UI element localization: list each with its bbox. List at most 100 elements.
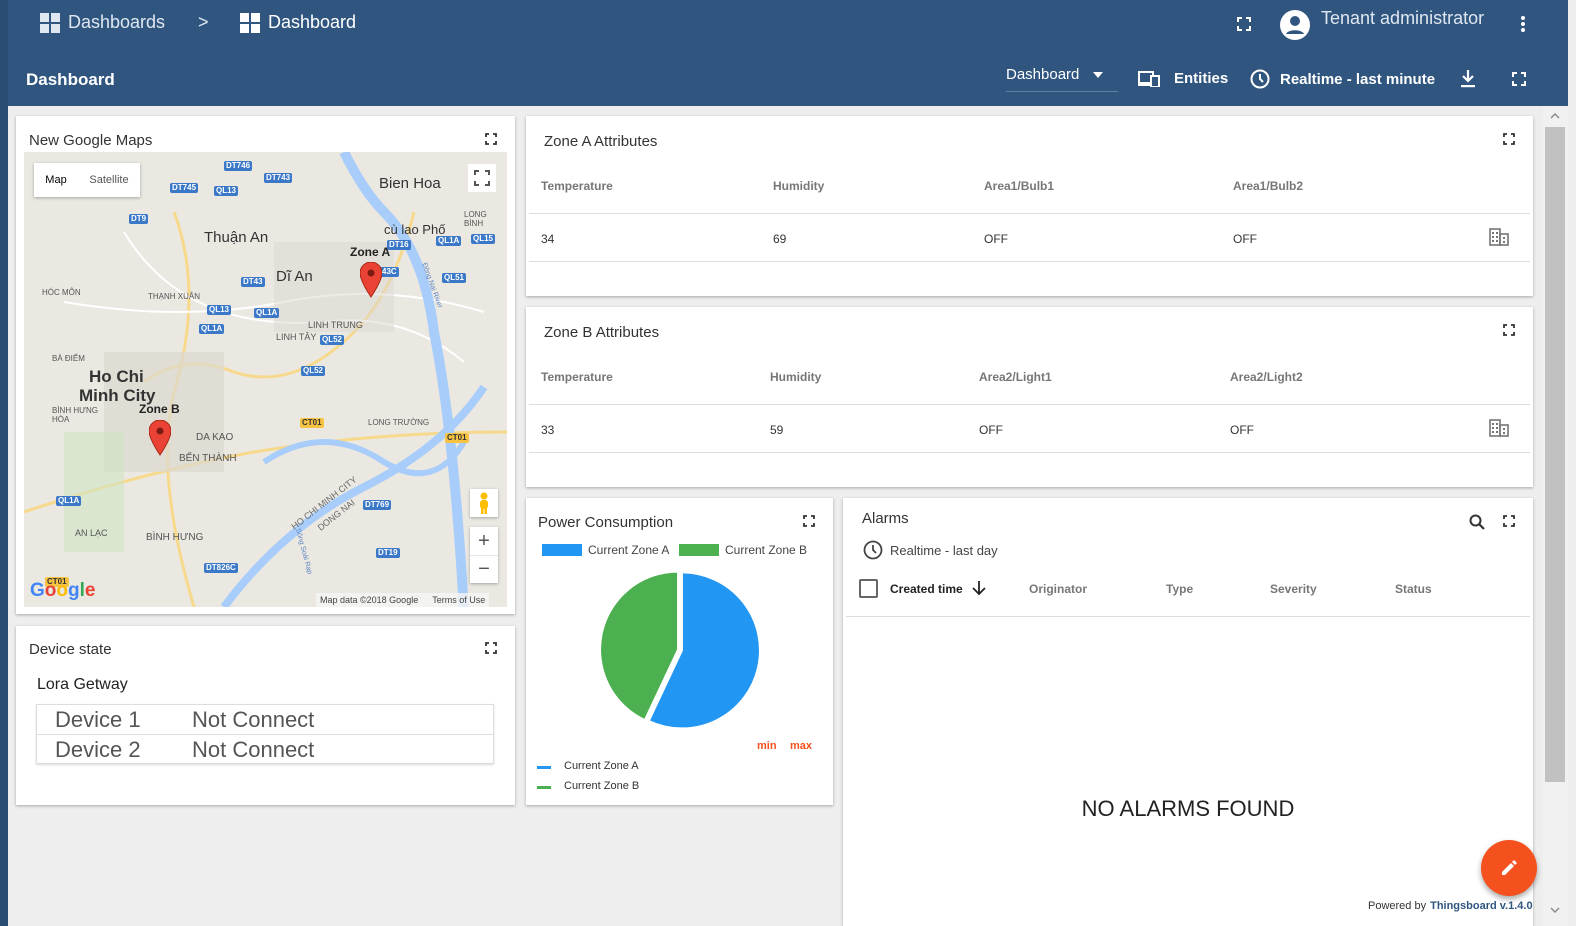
column-header[interactable]: Area2/Light2 — [1230, 370, 1303, 384]
map-place-label: HÓC MÔN — [42, 288, 81, 297]
map-marker-zone-b[interactable] — [149, 420, 171, 456]
legend-label-zone-b: Current Zone B — [725, 543, 808, 557]
map-place-label: THẠNH XUÂN — [148, 292, 201, 301]
state-select[interactable]: Dashboard — [1006, 66, 1118, 92]
column-header[interactable]: Area2/Light1 — [979, 370, 1052, 384]
scroll-down-icon[interactable] — [1550, 906, 1560, 914]
account-circle-icon — [1280, 10, 1310, 40]
terms-of-use-link[interactable]: Terms of Use — [432, 595, 485, 605]
fullscreen-icon — [1237, 17, 1251, 31]
state-select-value: Dashboard — [1006, 66, 1080, 83]
column-header[interactable]: Temperature — [541, 179, 613, 193]
search-icon — [1469, 514, 1485, 530]
zoom-out-button[interactable]: − — [470, 555, 498, 583]
zone-a-widget: Zone A Attributes Temperature Humidity A… — [526, 116, 1533, 296]
road-badge: DT769 — [363, 500, 392, 510]
dropdown-arrow-icon — [1093, 72, 1104, 78]
zoom-in-button[interactable]: + — [470, 527, 498, 555]
dashboard-title: Dashboard — [26, 70, 115, 89]
entities-button[interactable]: Entities — [1138, 70, 1228, 87]
map-place-label: Dĩ An — [276, 268, 313, 285]
legend-swatch-zone-a — [542, 544, 582, 556]
alarms-timewindow-label: Realtime - last day — [890, 542, 998, 558]
dashboards-icon — [40, 12, 60, 33]
edit-dashboard-button[interactable] — [1481, 840, 1537, 896]
road-badge: QL1A — [436, 236, 462, 246]
alarms-search-button[interactable] — [1467, 512, 1487, 532]
zone-a-fullscreen-button[interactable] — [1500, 130, 1518, 148]
map-type-map-button[interactable]: Map — [34, 163, 78, 197]
map-marker-zone-a[interactable] — [360, 262, 382, 298]
zone-b-fullscreen-button[interactable] — [1500, 321, 1518, 339]
map-fullscreen-button[interactable] — [468, 164, 496, 192]
breadcrumb-current[interactable]: Dashboard — [240, 12, 356, 33]
map-place-label: LINH TRUNG — [308, 320, 363, 330]
street-view-button[interactable] — [470, 489, 498, 517]
column-header[interactable]: Area1/Bulb2 — [1233, 179, 1303, 193]
zone-b-title: Zone B Attributes — [544, 324, 660, 341]
column-header[interactable]: Temperature — [541, 370, 613, 384]
device-name: Device 1 — [55, 707, 141, 732]
map-place-label: cù lao Phố — [384, 222, 446, 237]
column-header[interactable]: Area1/Bulb1 — [984, 179, 1054, 193]
fullscreen-app-button[interactable] — [1232, 14, 1256, 34]
entity-details-button[interactable] — [1488, 226, 1510, 248]
breadcrumb-root-label: Dashboards — [68, 12, 166, 32]
timewindow-button[interactable]: Realtime - last minute — [1250, 69, 1435, 89]
table-cell: 69 — [773, 232, 787, 246]
column-header-created-time[interactable]: Created time — [890, 582, 963, 596]
table-cell: 33 — [541, 423, 555, 437]
road-badge: QL52 — [301, 366, 326, 376]
map-widget-fullscreen-button[interactable] — [482, 130, 500, 148]
column-header-type[interactable]: Type — [1166, 582, 1193, 596]
device-state-title: Device state — [29, 641, 112, 658]
select-all-checkbox[interactable] — [859, 579, 878, 598]
dashboard-fullscreen-button[interactable] — [1508, 68, 1530, 90]
map-place-label: BÌNH HƯNG HÒA — [52, 406, 98, 424]
entity-details-button[interactable] — [1488, 417, 1510, 439]
scrollbar-thumb[interactable] — [1545, 127, 1565, 782]
power-widget: Power Consumption Current Zone A Current… — [526, 498, 833, 805]
scroll-up-icon[interactable] — [1550, 112, 1560, 120]
column-header-severity[interactable]: Severity — [1270, 582, 1317, 596]
map-canvas[interactable]: Map Satellite Bien Hoa Thuận An Dĩ An cù… — [24, 152, 507, 607]
device-status: Not Connect — [192, 737, 315, 762]
chart-max-label: max — [790, 740, 813, 752]
road-badge: QL15 — [471, 234, 496, 244]
fullscreen-icon — [1503, 133, 1515, 145]
pegman-icon — [480, 492, 488, 514]
legend-table-label-zone-a: Current Zone A — [564, 760, 639, 772]
alarms-timewindow[interactable]: Realtime - last day — [863, 540, 998, 560]
road-badge: QL1A — [254, 308, 280, 318]
thingsboard-link[interactable]: Thingsboard v.1.4.0 — [1430, 900, 1533, 912]
map-widget: New Google Maps Map Satellite Bien Hoa T… — [16, 116, 515, 614]
map-type-control: Map Satellite — [34, 163, 140, 197]
user-menu-button[interactable] — [1513, 12, 1533, 36]
legend-table-label-zone-b: Current Zone B — [564, 780, 640, 792]
legend-label-zone-a: Current Zone A — [588, 543, 670, 557]
road-badge: DT19 — [376, 548, 400, 558]
map-place-label: AN LẠC — [75, 528, 108, 538]
map-type-satellite-button[interactable]: Satellite — [78, 163, 140, 197]
alarms-fullscreen-button[interactable] — [1500, 512, 1518, 530]
domain-icon — [1489, 228, 1509, 246]
column-header[interactable]: Humidity — [773, 179, 824, 193]
sort-arrow-down-icon[interactable] — [971, 580, 987, 596]
power-fullscreen-button[interactable] — [800, 512, 818, 530]
map-place-label: Bien Hoa — [379, 175, 441, 192]
road-badge: QL51 — [442, 273, 467, 283]
column-header[interactable]: Humidity — [770, 370, 821, 384]
column-header-status[interactable]: Status — [1395, 582, 1432, 596]
table-cell: 59 — [770, 423, 784, 437]
no-alarms-message: NO ALARMS FOUND — [1081, 796, 1295, 821]
device-state-fullscreen-button[interactable] — [482, 639, 500, 657]
timewindow-label: Realtime - last minute — [1280, 70, 1436, 88]
user-avatar[interactable] — [1278, 8, 1312, 42]
road-badge: 43C — [380, 267, 399, 277]
export-button[interactable] — [1456, 68, 1480, 90]
footer-powered-by: Powered by — [1368, 900, 1427, 912]
column-header-originator[interactable]: Originator — [1029, 582, 1087, 596]
legend-line-zone-b — [537, 786, 551, 789]
breadcrumb-dashboards[interactable]: Dashboards — [40, 12, 165, 33]
fullscreen-icon — [1503, 515, 1515, 527]
